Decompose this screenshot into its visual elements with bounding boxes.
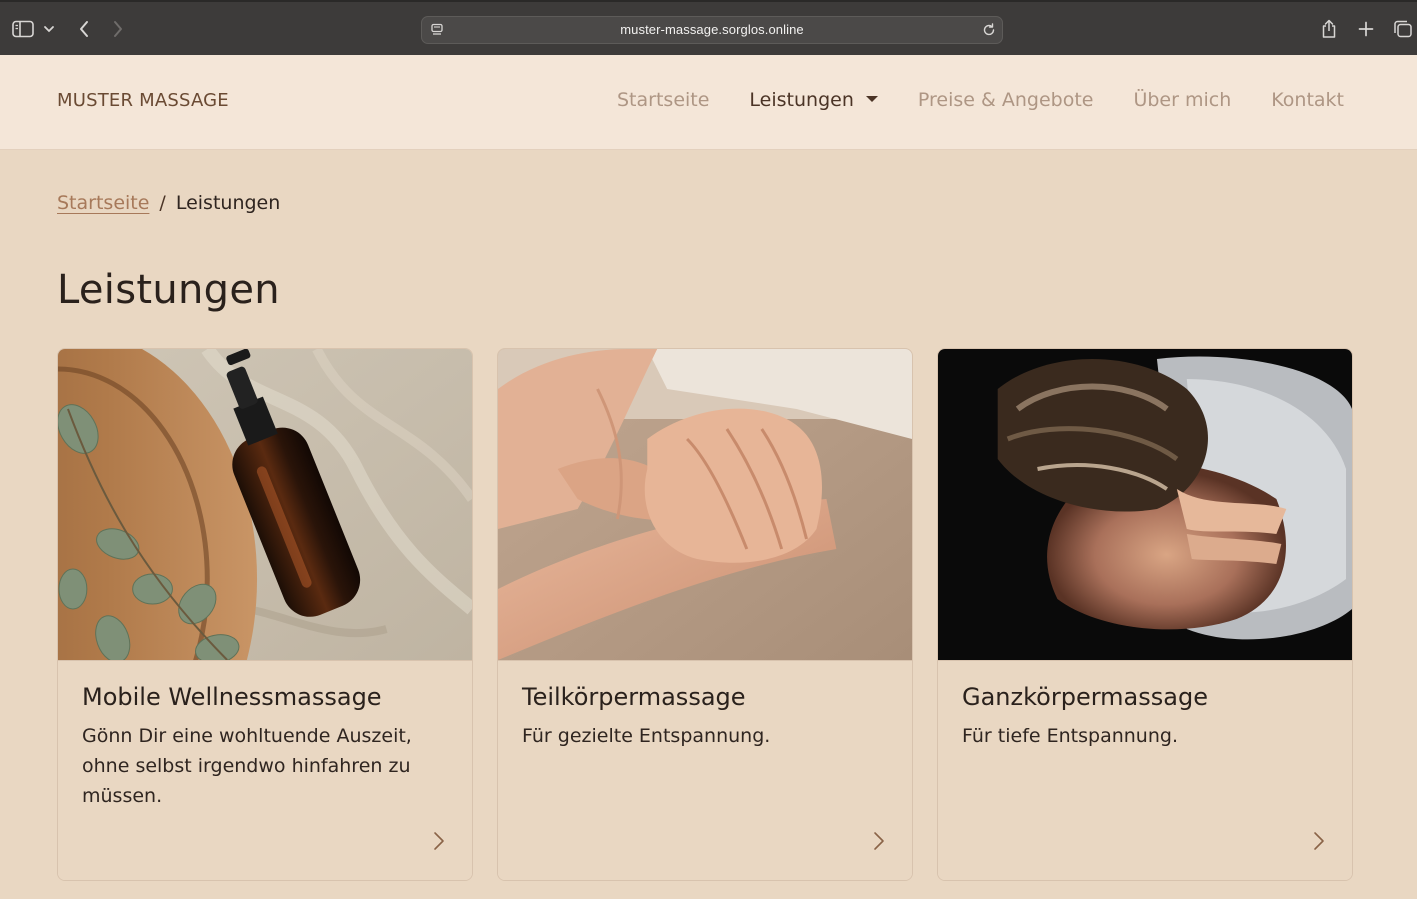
chevron-right-icon[interactable] [1312, 830, 1326, 852]
tab-overview-icon[interactable] [1390, 16, 1416, 42]
chevron-right-icon[interactable] [106, 16, 130, 42]
caret-down-icon [865, 96, 878, 102]
plus-icon[interactable] [1353, 16, 1379, 42]
card-text: Gönn Dir eine wohltuende Auszeit, ohne s… [82, 725, 412, 807]
card-body: Mobile Wellnessmassage Gönn Dir eine woh… [58, 660, 472, 880]
nav-item-leistungen[interactable]: Leistungen [749, 89, 878, 111]
card-text: Für tiefe Entspannung. [962, 725, 1178, 747]
card-body: Ganzkörpermassage Für tiefe Entspannung. [938, 660, 1352, 880]
breadcrumb-separator: / [159, 192, 166, 214]
page-title: Leistungen [57, 267, 280, 313]
nav-item-startseite[interactable]: Startseite [617, 89, 709, 111]
address-bar[interactable]: muster-massage.sorglos.online [421, 16, 1003, 44]
card-text: Für gezielte Entspannung. [522, 725, 771, 747]
sidebar-icon[interactable] [10, 16, 36, 42]
nav-item-ueber-mich[interactable]: Über mich [1133, 89, 1231, 111]
chevron-left-icon[interactable] [72, 16, 96, 42]
card-teilkoerpermassage[interactable]: Teilkörpermassage Für gezielte Entspannu… [497, 348, 913, 881]
chevron-right-icon[interactable] [872, 830, 886, 852]
massage-oil-bottle-photo [58, 349, 472, 660]
main-nav: Startseite Leistungen Preise & Angebote … [577, 89, 1344, 111]
breadcrumb-current: Leistungen [175, 192, 281, 214]
card-title: Teilkörpermassage [522, 683, 746, 711]
url-text: muster-massage.sorglos.online [620, 22, 804, 37]
card-title: Mobile Wellnessmassage [82, 683, 382, 711]
nav-item-label: Leistungen [749, 89, 854, 111]
brand-logo[interactable]: MUSTER MASSAGE [57, 90, 229, 111]
breadcrumb-link-home[interactable]: Startseite [57, 192, 149, 214]
reload-icon[interactable] [980, 21, 998, 39]
browser-toolbar: muster-massage.sorglos.online [0, 0, 1417, 55]
card-mobile-wellnessmassage[interactable]: Mobile Wellnessmassage Gönn Dir eine woh… [57, 348, 473, 881]
nav-item-kontakt[interactable]: Kontakt [1271, 89, 1344, 111]
site-header: MUSTER MASSAGE Startseite Leistungen Pre… [0, 55, 1417, 150]
card-ganzkoerpermassage[interactable]: Ganzkörpermassage Für tiefe Entspannung. [937, 348, 1353, 881]
breadcrumb: Startseite / Leistungen [57, 192, 280, 214]
card-body: Teilkörpermassage Für gezielte Entspannu… [498, 660, 912, 880]
card-title: Ganzkörpermassage [962, 683, 1208, 711]
share-icon[interactable] [1316, 16, 1342, 42]
back-massage-photo [938, 349, 1352, 660]
chevron-down-icon[interactable] [40, 16, 58, 42]
nav-item-preise[interactable]: Preise & Angebote [918, 89, 1094, 111]
hands-massage-photo [498, 349, 912, 660]
chevron-right-icon[interactable] [432, 830, 446, 852]
